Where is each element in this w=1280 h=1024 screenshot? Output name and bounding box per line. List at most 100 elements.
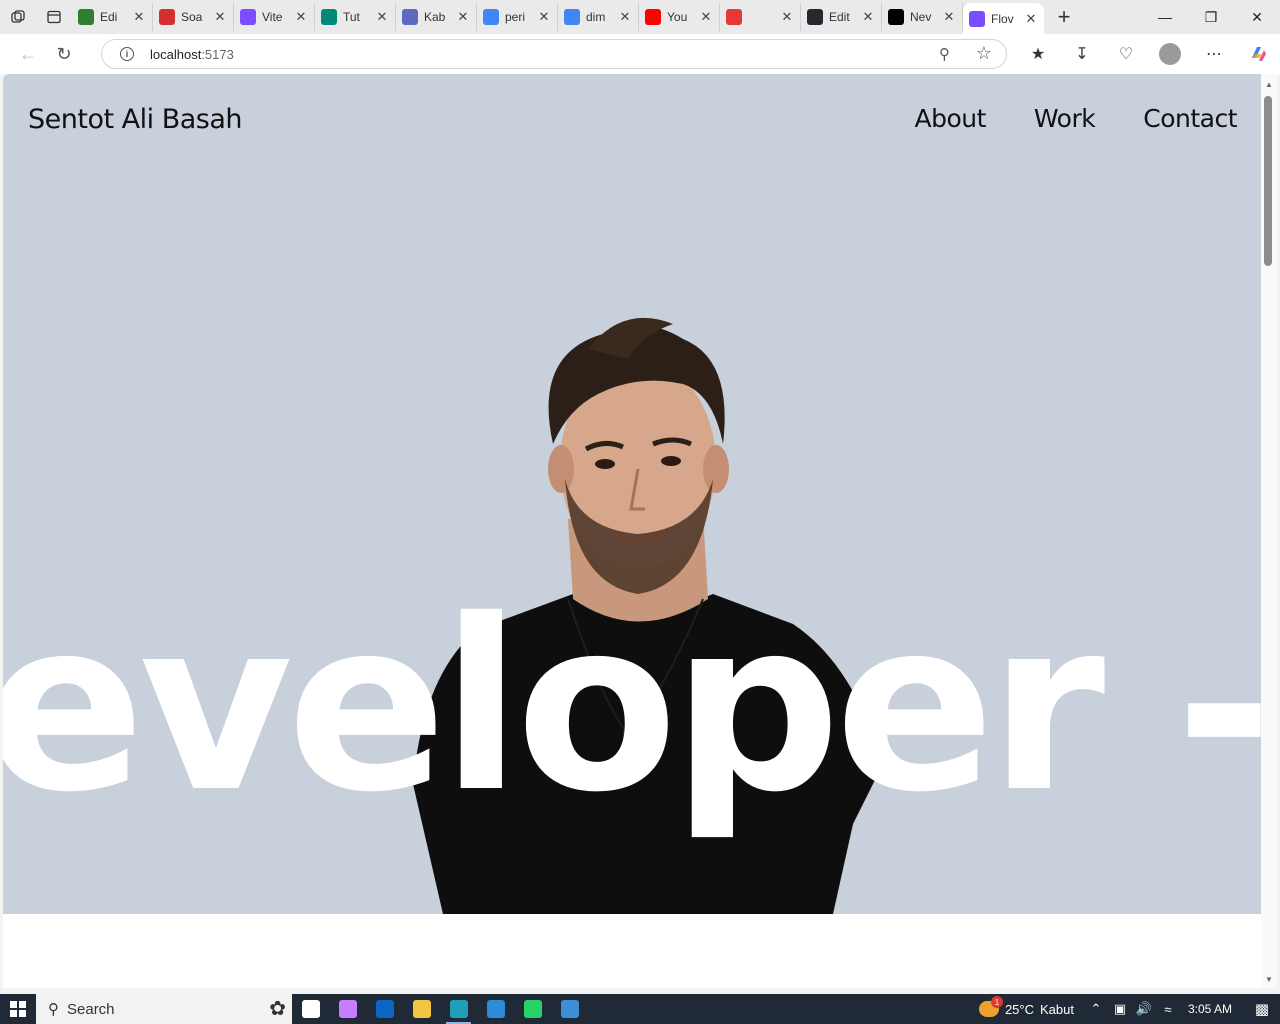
close-tab-icon[interactable]: ✕ [294, 9, 308, 25]
close-tab-icon[interactable]: ✕ [1024, 11, 1038, 27]
close-tab-icon[interactable]: ✕ [699, 9, 713, 25]
taskbar-app-paint[interactable] [551, 994, 588, 1024]
taskbar-app-whatsapp[interactable] [514, 994, 551, 1024]
edge-icon [449, 1000, 468, 1018]
search-icon: ⚲ [48, 1001, 59, 1018]
windows-logo-icon [10, 1001, 26, 1017]
browser-essentials-icon[interactable]: ♡ [1104, 34, 1148, 74]
windows-taskbar: ⚲ Search ✿ 1 25°C Kabut ⌃ ▣ 🔊 ≈ 3:05 AM … [0, 994, 1280, 1024]
restore-button[interactable]: ❐ [1188, 0, 1234, 34]
browser-tab[interactable]: Kab ✕ [396, 3, 477, 31]
tab-title: dim [586, 10, 606, 24]
new-tab-button[interactable]: + [1044, 0, 1084, 34]
close-tab-icon[interactable]: ✕ [780, 9, 794, 25]
site-info-icon[interactable]: i [120, 47, 134, 61]
browser-tab[interactable]: Flov ✕ [963, 3, 1044, 34]
scroll-down-icon[interactable]: ▼ [1265, 975, 1273, 984]
tab-title: Flov [991, 11, 1014, 26]
browser-tab[interactable]: Edi ✕ [72, 3, 153, 31]
close-tab-icon[interactable]: ✕ [618, 9, 632, 25]
hero-marquee-text: Developer - Software Engineer - Develope… [3, 569, 1261, 844]
tab-favicon-icon [159, 9, 175, 25]
vscode-icon [486, 1000, 505, 1018]
refresh-button[interactable]: ↻ [46, 36, 82, 72]
taskbar-app-outlook[interactable] [366, 994, 403, 1024]
tab-favicon-icon [564, 9, 580, 25]
close-tab-icon[interactable]: ✕ [132, 9, 146, 25]
scroll-up-icon[interactable]: ▲ [1265, 80, 1273, 89]
address-bar[interactable]: i localhost:5173 ⚲ ☆ [101, 39, 1007, 69]
weather-text: Kabut [1039, 1001, 1074, 1017]
close-tab-icon[interactable]: ✕ [942, 9, 956, 25]
minimize-button[interactable]: — [1142, 0, 1188, 34]
browser-tab[interactable]: Edit ✕ [801, 3, 882, 31]
meet-now-icon[interactable]: ▣ [1108, 1001, 1132, 1017]
close-tab-icon[interactable]: ✕ [375, 9, 389, 25]
tab-favicon-icon [726, 9, 742, 25]
tab-title: Vite [262, 10, 283, 24]
tab-favicon-icon [969, 10, 985, 27]
taskbar-app-vscode[interactable] [477, 994, 514, 1024]
taskbar-search-placeholder: Search [67, 1000, 115, 1018]
weather-icon: 1 [978, 996, 1003, 1017]
browser-tab[interactable]: You ✕ [639, 3, 720, 31]
task-view-icon [301, 1000, 320, 1018]
copilot-icon[interactable] [1236, 34, 1280, 74]
workspaces-icon[interactable] [0, 0, 36, 34]
close-tab-icon[interactable]: ✕ [861, 9, 875, 25]
tab-title: Edi [100, 10, 118, 24]
wifi-icon[interactable]: ≈ [1156, 1002, 1180, 1017]
volume-icon[interactable]: 🔊 [1132, 1001, 1156, 1017]
profile-button[interactable] [1148, 34, 1192, 74]
favorite-star-icon[interactable]: ☆ [976, 43, 992, 64]
taskbar-clock[interactable]: 3:05 AM [1188, 1002, 1232, 1016]
taskbar-app-file-explorer[interactable] [403, 994, 440, 1024]
browser-toolbar: ← ↻ i localhost:5173 ⚲ ☆ ★ ↧ ♡ ⋯ [0, 34, 1280, 74]
weather-widget[interactable]: 1 25°C Kabut [978, 996, 1074, 1017]
nav-link-work[interactable]: Work [1034, 104, 1096, 133]
browser-tab[interactable]: dim ✕ [558, 3, 639, 31]
scrollbar-thumb[interactable] [1264, 96, 1272, 266]
tab-title: peri [505, 10, 526, 24]
nav-link-contact[interactable]: Contact [1143, 104, 1237, 133]
browser-tab[interactable]: peri ✕ [477, 3, 558, 31]
favorites-icon[interactable]: ★ [1016, 34, 1060, 74]
browser-tab[interactable]: Vite ✕ [234, 3, 315, 31]
tab-actions-icon[interactable] [36, 0, 72, 34]
page-viewport: Sentot Ali Basah About Work Contact evel… [3, 74, 1261, 988]
tab-favicon-icon [240, 9, 256, 25]
back-button[interactable]: ← [10, 36, 46, 72]
page-scrollbar[interactable]: ▲ ▼ [1261, 74, 1277, 988]
browser-tab-strip: Edi ✕ Soa ✕ Vite ✕ Tut ✕ Kab ✕ peri ✕ dim ✕ You ✕ ✕ Edit ✕… [0, 0, 1280, 34]
downloads-icon[interactable]: ↧ [1060, 34, 1104, 74]
browser-tab[interactable]: Tut ✕ [315, 3, 396, 31]
more-menu-icon[interactable]: ⋯ [1192, 34, 1236, 74]
close-window-button[interactable]: ✕ [1234, 0, 1280, 34]
file-explorer-icon [412, 1000, 431, 1018]
taskbar-app-copilot[interactable] [329, 994, 366, 1024]
tab-title: Edit [829, 10, 850, 24]
start-button[interactable] [0, 994, 36, 1024]
avatar [1159, 43, 1181, 65]
browser-tab[interactable]: Nev ✕ [882, 3, 963, 31]
show-hidden-icons-chevron-icon[interactable]: ⌃ [1084, 1001, 1108, 1017]
tab-favicon-icon [888, 9, 904, 25]
system-tray: 1 25°C Kabut ⌃ ▣ 🔊 ≈ 3:05 AM ▩ [978, 994, 1280, 1024]
taskbar-app-edge[interactable] [440, 994, 477, 1024]
tab-title: Nev [910, 10, 932, 24]
browser-tab[interactable]: Soa ✕ [153, 3, 234, 31]
close-tab-icon[interactable]: ✕ [537, 9, 551, 25]
nav-link-about[interactable]: About [915, 104, 987, 133]
close-tab-icon[interactable]: ✕ [456, 9, 470, 25]
browser-tab[interactable]: ✕ [720, 3, 801, 31]
close-tab-icon[interactable]: ✕ [213, 9, 227, 25]
notification-center-icon[interactable]: ▩ [1244, 1000, 1280, 1018]
tab-favicon-icon [78, 9, 94, 25]
taskbar-app-task-view[interactable] [292, 994, 329, 1024]
tab-favicon-icon [807, 9, 823, 25]
next-section [3, 914, 1261, 988]
search-highlight-icon: ✿ [269, 998, 286, 1020]
taskbar-search[interactable]: ⚲ Search ✿ [36, 994, 292, 1024]
zoom-icon[interactable]: ⚲ [939, 45, 950, 63]
site-logo[interactable]: Sentot Ali Basah [28, 104, 243, 135]
